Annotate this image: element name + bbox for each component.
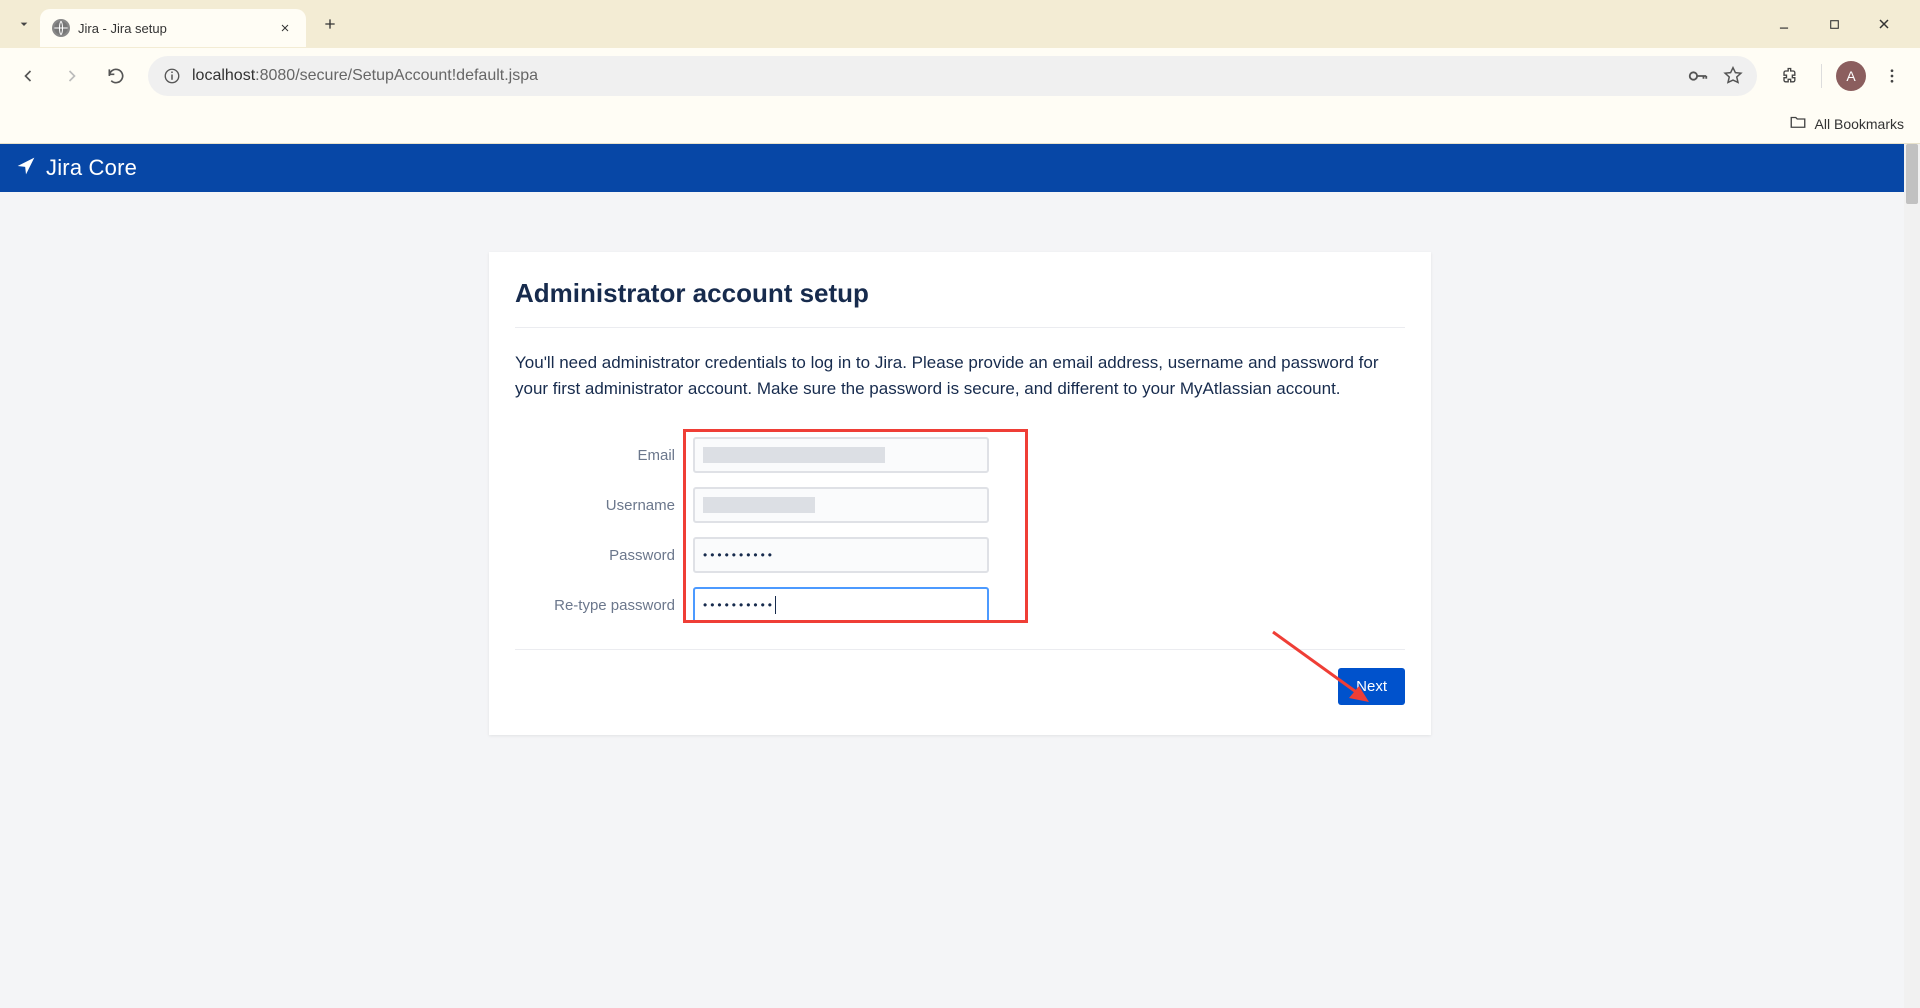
jira-logo-text: Jira Core [46, 155, 137, 181]
close-window-icon[interactable] [1866, 6, 1902, 42]
text-cursor [775, 596, 776, 614]
divider [515, 327, 1405, 328]
site-info-icon[interactable] [162, 66, 182, 86]
all-bookmarks-button[interactable]: All Bookmarks [1789, 113, 1904, 134]
globe-icon [52, 19, 70, 37]
address-bar[interactable]: localhost:8080/secure/SetupAccount!defau… [148, 56, 1757, 96]
forward-button[interactable] [54, 58, 90, 94]
new-tab-button[interactable] [314, 8, 346, 40]
toolbar-divider [1821, 64, 1822, 88]
scrollbar-track[interactable] [1904, 144, 1920, 1008]
browser-toolbar: localhost:8080/secure/SetupAccount!defau… [0, 48, 1920, 104]
tab-search-dropdown[interactable] [8, 8, 40, 40]
jira-logo-icon [16, 156, 36, 181]
page-description: You'll need administrator credentials to… [515, 350, 1405, 401]
retype-password-value: •••••••••• [703, 589, 775, 621]
username-label: Username [515, 497, 675, 514]
password-field[interactable]: •••••••••• [693, 537, 989, 573]
maximize-icon[interactable] [1816, 6, 1852, 42]
browser-tab[interactable]: Jira - Jira setup [40, 9, 306, 47]
close-tab-icon[interactable] [276, 19, 294, 37]
back-button[interactable] [10, 58, 46, 94]
tab-title: Jira - Jira setup [78, 21, 268, 36]
email-label: Email [515, 447, 675, 464]
window-controls [1766, 6, 1912, 42]
divider [515, 649, 1405, 650]
kebab-menu-icon[interactable] [1874, 58, 1910, 94]
all-bookmarks-label: All Bookmarks [1815, 116, 1904, 132]
scrollbar-thumb[interactable] [1906, 144, 1918, 204]
retype-password-label: Re-type password [515, 597, 675, 614]
profile-avatar[interactable]: A [1836, 61, 1866, 91]
redacted-email-value [703, 447, 885, 463]
password-key-icon[interactable] [1687, 65, 1709, 87]
url-text: localhost:8080/secure/SetupAccount!defau… [192, 67, 538, 85]
setup-card: Administrator account setup You'll need … [489, 252, 1431, 735]
password-value: •••••••••• [703, 539, 775, 571]
bookmark-star-icon[interactable] [1723, 66, 1743, 86]
page-title: Administrator account setup [515, 278, 1405, 309]
admin-form: Email Username Password •••••••••• Re-ty… [515, 429, 1405, 623]
password-label: Password [515, 547, 675, 564]
retype-password-field[interactable]: •••••••••• [693, 587, 989, 623]
page-viewport: Jira Core Administrator account setup Yo… [0, 144, 1920, 1008]
redacted-username-value [703, 497, 815, 513]
minimize-icon[interactable] [1766, 6, 1802, 42]
browser-tab-strip: Jira - Jira setup [0, 0, 1920, 48]
reload-button[interactable] [98, 58, 134, 94]
jira-header: Jira Core [0, 144, 1920, 192]
bookmarks-bar: All Bookmarks [0, 104, 1920, 144]
extensions-icon[interactable] [1771, 58, 1807, 94]
folder-icon [1789, 113, 1807, 134]
next-button[interactable]: Next [1338, 668, 1405, 705]
username-field[interactable] [693, 487, 989, 523]
email-field[interactable] [693, 437, 989, 473]
